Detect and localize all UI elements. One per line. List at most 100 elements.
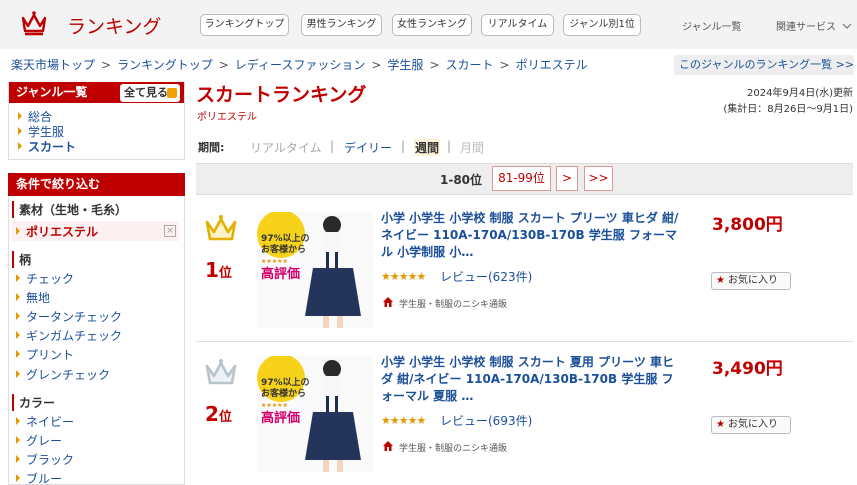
period-weekly[interactable]: 週間 bbox=[414, 139, 441, 156]
arrow-icon bbox=[16, 312, 20, 320]
thumb-badge-line1: 97%以上の bbox=[261, 234, 310, 244]
filter-item-pattern[interactable]: タータンチェック bbox=[16, 308, 122, 325]
review-link[interactable]: レビュー(623件) bbox=[440, 268, 532, 285]
thumb-badge: 97%以上の お客様から ★★★★★ 高評価 bbox=[261, 378, 310, 426]
genre-item-label: スカート bbox=[28, 140, 77, 154]
period-separator: | bbox=[330, 139, 335, 153]
favorite-button[interactable]: ★ お気に入り bbox=[711, 416, 791, 434]
period-daily[interactable]: デイリー bbox=[344, 139, 392, 156]
breadcrumb-item[interactable]: 楽天市場トップ bbox=[11, 58, 95, 72]
filter-category-pattern: 柄 bbox=[12, 251, 31, 268]
arrow-icon bbox=[18, 127, 22, 135]
remove-filter-icon[interactable]: × bbox=[164, 225, 176, 237]
genre-ranking-list-link[interactable]: このジャンルのランキング一覧 >> bbox=[674, 55, 854, 75]
item-divider bbox=[196, 341, 853, 342]
filter-item-pattern[interactable]: グレンチェック bbox=[16, 366, 110, 383]
thumb-badge-stars: ★★★★★ bbox=[261, 258, 288, 265]
arrow-icon bbox=[16, 293, 20, 301]
arrow-icon bbox=[16, 227, 20, 235]
period-realtime[interactable]: リアルタイム bbox=[250, 139, 322, 156]
breadcrumb-separator: > bbox=[371, 58, 382, 72]
breadcrumb-item-current[interactable]: ポリエステル bbox=[516, 58, 588, 72]
crown-logo-icon[interactable] bbox=[21, 10, 47, 36]
arrow-icon bbox=[16, 331, 20, 339]
logo-text[interactable]: ランキング bbox=[67, 12, 161, 39]
filter-item-pattern[interactable]: ギンガムチェック bbox=[16, 327, 122, 344]
thumb-badge-line3: 高評価 bbox=[261, 411, 301, 426]
filter-item-label: タータンチェック bbox=[26, 310, 123, 324]
arrow-icon bbox=[16, 455, 20, 463]
tab-realtime[interactable]: リアルタイム bbox=[481, 14, 554, 36]
tab-ranking-top[interactable]: ランキングトップ bbox=[200, 14, 289, 36]
favorite-button[interactable]: ★ お気に入り bbox=[711, 272, 791, 290]
review-link[interactable]: レビュー(693件) bbox=[440, 412, 532, 429]
pager-next[interactable]: > bbox=[556, 166, 578, 191]
filter-item-color[interactable]: ブルー bbox=[16, 470, 62, 485]
page-title: スカートランキング bbox=[196, 84, 367, 106]
thumb-badge: 97%以上の お客様から ★★★★★ 高評価 bbox=[261, 234, 310, 282]
genre-item-skirt[interactable]: スカート bbox=[18, 138, 76, 155]
breadcrumb-item[interactable]: ランキングトップ bbox=[117, 58, 213, 72]
product-image[interactable]: 97%以上の お客様から ★★★★★ 高評価 bbox=[257, 210, 373, 328]
tab-male-ranking[interactable]: 男性ランキング bbox=[301, 14, 382, 36]
filter-item-pattern[interactable]: チェック bbox=[16, 270, 74, 287]
chevron-down-icon bbox=[842, 23, 852, 29]
arrow-icon bbox=[16, 474, 20, 482]
star-icon: ★ bbox=[716, 275, 725, 286]
tab-female-ranking[interactable]: 女性ランキング bbox=[392, 14, 472, 36]
product-price: 3,490円 bbox=[712, 359, 783, 379]
pager-last[interactable]: >> bbox=[584, 166, 613, 191]
period-monthly[interactable]: 月間 bbox=[460, 139, 484, 156]
filter-heading-label: 条件で絞り込む bbox=[16, 177, 101, 191]
pager-next-range[interactable]: 81-99位 bbox=[492, 166, 551, 191]
breadcrumb: 楽天市場トップ > ランキングトップ > レディースファッション > 学生服 > スカート > ポリ… bbox=[11, 56, 588, 73]
aggregate-period: (集計日：8月26日〜9月1日) bbox=[723, 104, 853, 115]
filter-item-label: 無地 bbox=[26, 291, 51, 305]
silver-crown-icon bbox=[205, 359, 237, 385]
arrow-icon bbox=[16, 350, 20, 358]
star-icon: ★ bbox=[716, 419, 725, 430]
shop-icon bbox=[383, 441, 393, 451]
shop-icon bbox=[383, 297, 393, 307]
filter-item-label: チェック bbox=[26, 272, 75, 286]
update-date: 2024年9月4日(水)更新 bbox=[747, 88, 853, 99]
arrow-icon bbox=[18, 112, 22, 120]
breadcrumb-item[interactable]: スカート bbox=[446, 58, 494, 72]
arrow-icon bbox=[16, 436, 20, 444]
selected-filter-polyester[interactable]: ポリエステル bbox=[16, 223, 98, 240]
related-services-menu[interactable]: 関連サービス bbox=[776, 18, 852, 33]
filter-item-color[interactable]: ブラック bbox=[16, 451, 74, 468]
product-title[interactable]: 小学 小学生 小学校 制服 スカート プリーツ 車ヒダ 紺/ネイビー 110A-… bbox=[381, 210, 681, 261]
arrow-icon bbox=[16, 274, 20, 282]
period-separator: | bbox=[401, 139, 406, 153]
product-image[interactable]: 97%以上の お客様から ★★★★★ 高評価 bbox=[257, 354, 373, 472]
page-subtitle: ポリエステル bbox=[197, 112, 257, 123]
genre-list-link[interactable]: ジャンル一覧 bbox=[682, 18, 742, 33]
selected-filter-label: ポリエステル bbox=[26, 225, 99, 239]
filter-item-color[interactable]: グレー bbox=[16, 432, 62, 449]
filter-item-label: プリント bbox=[26, 348, 75, 362]
rank-value: 2 bbox=[205, 402, 219, 426]
tab-genre-first[interactable]: ジャンル別1位 bbox=[563, 14, 641, 36]
filter-category-color: カラー bbox=[12, 394, 55, 411]
rank-suffix: 位 bbox=[218, 266, 232, 281]
filter-item-pattern[interactable]: 無地 bbox=[16, 289, 50, 306]
favorite-label: お気に入り bbox=[727, 275, 778, 286]
header: ランキング ランキングトップ 男性ランキング 女性ランキング リアルタイム ジャ… bbox=[0, 0, 857, 49]
breadcrumb-item[interactable]: 学生服 bbox=[387, 58, 423, 72]
gold-crown-icon bbox=[205, 215, 237, 241]
arrow-icon bbox=[16, 417, 20, 425]
breadcrumb-separator: > bbox=[101, 58, 112, 72]
thumb-badge-line1: 97%以上の bbox=[261, 378, 310, 388]
shop-name[interactable]: 学生服・制服のニシキ通販 bbox=[399, 441, 507, 454]
product-title[interactable]: 小学 小学生 小学校 制服 スカート 夏用 プリーツ 車ヒダ 紺/ネイビー 11… bbox=[381, 354, 681, 405]
filter-item-pattern[interactable]: プリント bbox=[16, 346, 74, 363]
filter-item-color[interactable]: ネイビー bbox=[16, 413, 74, 430]
breadcrumb-item[interactable]: レディースファッション bbox=[235, 58, 366, 72]
thumb-badge-line3: 高評価 bbox=[261, 267, 301, 282]
rank-number: 2位 bbox=[205, 402, 232, 426]
rating-stars: ★★★★★ bbox=[381, 414, 426, 427]
arrow-icon bbox=[18, 142, 22, 150]
filter-item-label: ギンガムチェック bbox=[26, 329, 123, 343]
shop-name[interactable]: 学生服・制服のニシキ通販 bbox=[399, 297, 507, 310]
